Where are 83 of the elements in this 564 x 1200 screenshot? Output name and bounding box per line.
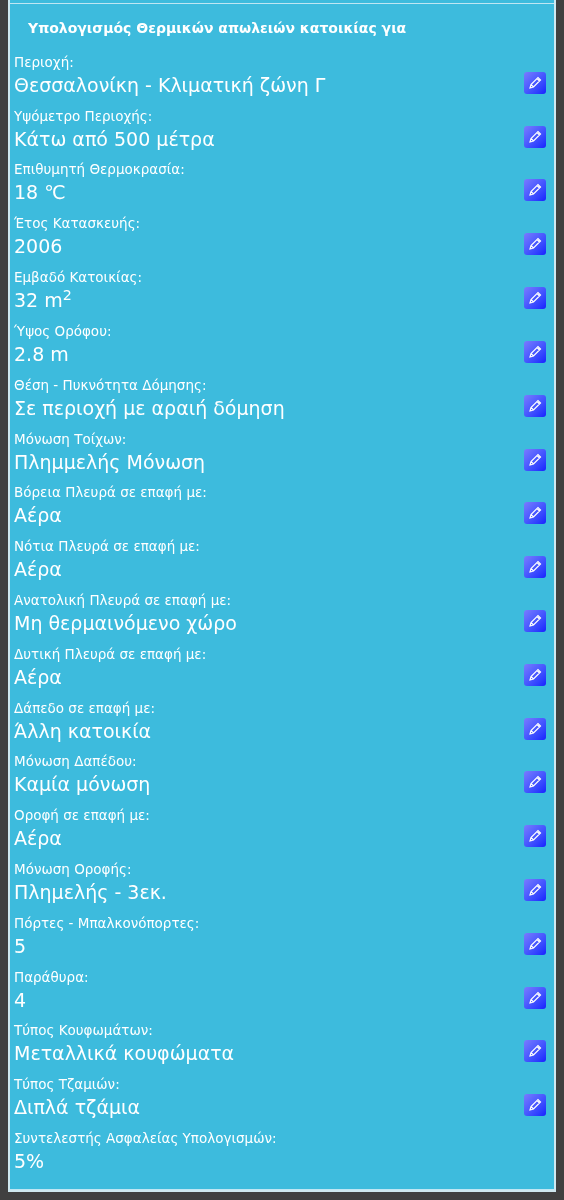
edit-button[interactable]	[524, 71, 546, 94]
pencil-icon	[527, 882, 543, 898]
field-value: Μεταλλικά κουφώματα	[14, 1041, 236, 1067]
field-label: Πόρτες - Μπαλκονόπορτες:	[14, 913, 201, 932]
field-value: Καμία μόνωση	[14, 772, 152, 798]
pencil-icon	[527, 397, 543, 414]
field-value: Κάτω από 500 μέτρα	[14, 126, 216, 152]
pencil-icon	[527, 343, 543, 360]
edit-button[interactable]	[524, 986, 546, 1009]
field-label: Μόνωση Οροφής:	[14, 860, 133, 878]
field-value: 5	[14, 933, 28, 959]
field-label: Έτος Κατασκευής:	[14, 214, 142, 233]
field-label: Οροφή σε επαφή με:	[14, 806, 151, 825]
edit-button[interactable]	[524, 879, 546, 901]
edit-button[interactable]	[524, 448, 546, 471]
field-value: 2.8 m	[14, 341, 70, 367]
pencil-icon	[527, 559, 543, 576]
pencil-icon	[527, 451, 543, 468]
pencil-icon	[527, 128, 543, 145]
field-label: Παράθυρα:	[14, 967, 90, 986]
field-label: Μόνωση Δαπέδου:	[14, 752, 138, 771]
edit-button[interactable]	[524, 287, 546, 310]
field-value: Θεσσαλονίκη - Κλιματική ζώνη Γ	[14, 72, 327, 98]
pencil-icon	[527, 828, 543, 845]
edit-button[interactable]	[524, 1094, 546, 1117]
edit-button[interactable]	[524, 771, 546, 794]
edit-button[interactable]	[524, 394, 546, 417]
edit-button[interactable]	[524, 717, 546, 740]
edit-button[interactable]	[524, 179, 546, 202]
field-label: Θέση - Πυκνότητα Δόμησης:	[14, 375, 208, 394]
pencil-icon	[527, 720, 543, 737]
edit-button[interactable]	[524, 1040, 546, 1063]
field-value: Διπλά τζάμια	[14, 1095, 141, 1121]
field-value: 32 m$^{2}$	[14, 286, 73, 314]
field-label: Νότια Πλευρά σε επαφή με:	[14, 537, 201, 556]
field-label: Τύπος Τζαμιών:	[14, 1075, 121, 1094]
edit-button[interactable]	[524, 609, 546, 632]
pencil-icon	[527, 935, 543, 952]
field-value: Πλημμελής Μόνωση	[14, 449, 207, 475]
field-label: Βόρεια Πλευρά σε επαφή με:	[14, 483, 208, 502]
field-value: Πλημελής - 3εκ.	[14, 880, 168, 905]
field-label: Δάπεδο σε επαφή με:	[14, 698, 157, 717]
panel-title: Υπολογισμός Θερμικών απωλειών κατοικίας για	[27, 19, 408, 38]
field-value: Αέρα	[14, 826, 63, 852]
field-label: Μόνωση Τοίχων:	[14, 429, 128, 448]
field-label: Τύπος Κουφωμάτων:	[14, 1021, 154, 1040]
edit-button[interactable]	[524, 932, 546, 955]
pencil-icon	[527, 505, 543, 522]
pencil-icon	[527, 989, 543, 1006]
field-value: Αέρα	[14, 664, 63, 690]
field-value: 5%	[14, 1149, 46, 1175]
pencil-icon	[527, 182, 543, 199]
edit-button[interactable]	[524, 340, 546, 363]
pencil-icon	[527, 74, 543, 91]
edit-button[interactable]	[524, 663, 546, 686]
field-value: Σε περιοχή με αραιή δόμηση	[14, 395, 286, 421]
edit-button[interactable]	[524, 125, 546, 148]
field-label: Εμβαδό Κατοικίας:	[14, 268, 144, 287]
field-label: Συντελεστής Ασφαλείας Υπολογισμών:	[14, 1129, 278, 1148]
pencil-icon	[527, 774, 543, 791]
field-value: 2006	[14, 234, 64, 260]
edit-button[interactable]	[524, 502, 546, 525]
pencil-icon	[527, 1097, 543, 1114]
pencil-icon	[527, 236, 543, 253]
field-label: Υψόμετρο Περιοχής:	[14, 106, 154, 125]
field-value: 4	[14, 987, 28, 1013]
field-label: Ανατολική Πλευρά σε επαφή με:	[14, 590, 233, 609]
field-label: Δυτική Πλευρά σε επαφή με:	[14, 644, 208, 663]
edit-button[interactable]	[524, 556, 546, 579]
field-label: Περιοχή:	[14, 52, 75, 71]
pencil-icon	[527, 290, 543, 307]
edit-button[interactable]	[524, 233, 546, 256]
field-label: Επιθυμητή Θερμοκρασία:	[14, 160, 186, 179]
pencil-icon	[527, 666, 543, 683]
field-value: Αέρα	[14, 557, 63, 583]
field-value: Μη θερμαινόμενο χώρο	[14, 610, 238, 636]
field-value: Άλλη κατοικία	[14, 718, 153, 744]
pencil-icon	[527, 612, 543, 629]
field-label: Ύψος Ορόφου:	[14, 321, 113, 340]
pencil-icon	[527, 1043, 543, 1060]
edit-button[interactable]	[524, 825, 546, 848]
field-value: 18 ℃	[14, 180, 67, 206]
field-value: Αέρα	[14, 503, 63, 529]
